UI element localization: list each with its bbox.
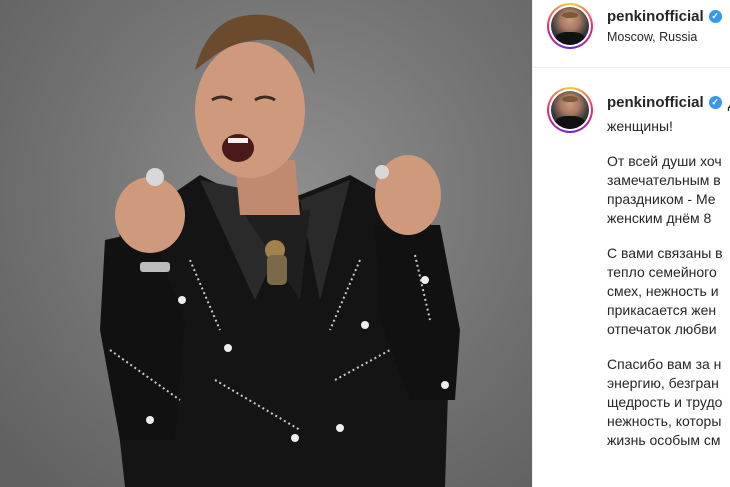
caption-line: С вами связаны в <box>607 245 723 261</box>
caption-username-row: penkinofficial ✓ Д <box>607 94 730 111</box>
avatar-image <box>551 91 589 129</box>
verified-badge-icon: ✓ <box>708 10 722 23</box>
post-caption: женщины! От всей души хоч замечательным … <box>607 117 730 450</box>
header-username-row: penkinofficial ✓ <box>607 8 722 25</box>
caption-line: женским днём 8 <box>607 210 712 226</box>
caption-line: нежность, которы <box>607 413 722 429</box>
username-link[interactable]: penkinofficial <box>607 8 704 25</box>
caption-line: замечательным в <box>607 172 721 188</box>
avatar[interactable] <box>547 3 593 49</box>
caption-line: жизнь особым см <box>607 432 721 448</box>
avatar-image <box>551 7 589 45</box>
caption-line: женщины! <box>607 118 673 134</box>
post-header: penkinofficial ✓ Moscow, Russia <box>533 0 730 68</box>
caption-line: энергию, безгран <box>607 375 719 391</box>
caption-line: От всей души хоч <box>607 153 722 169</box>
caption-line: щедрость и трудо <box>607 394 723 410</box>
caption-line: прикасается жен <box>607 302 717 318</box>
caption-avatar[interactable] <box>547 87 593 133</box>
verified-badge-icon: ✓ <box>708 96 722 109</box>
caption-line: смех, нежность и <box>607 283 719 299</box>
caption-line: праздником - Ме <box>607 191 716 207</box>
caption-line: отпечаток любви <box>607 321 717 337</box>
location-link[interactable]: Moscow, Russia <box>607 30 697 44</box>
performer-illustration <box>100 14 460 487</box>
post-photo[interactable] <box>0 0 532 487</box>
post-sidebar: penkinofficial ✓ Moscow, Russia penkinof… <box>532 0 730 487</box>
caption-line: тепло семейного <box>607 264 717 280</box>
caption-line: Спасибо вам за н <box>607 356 722 372</box>
caption-username-link[interactable]: penkinofficial <box>607 94 704 111</box>
